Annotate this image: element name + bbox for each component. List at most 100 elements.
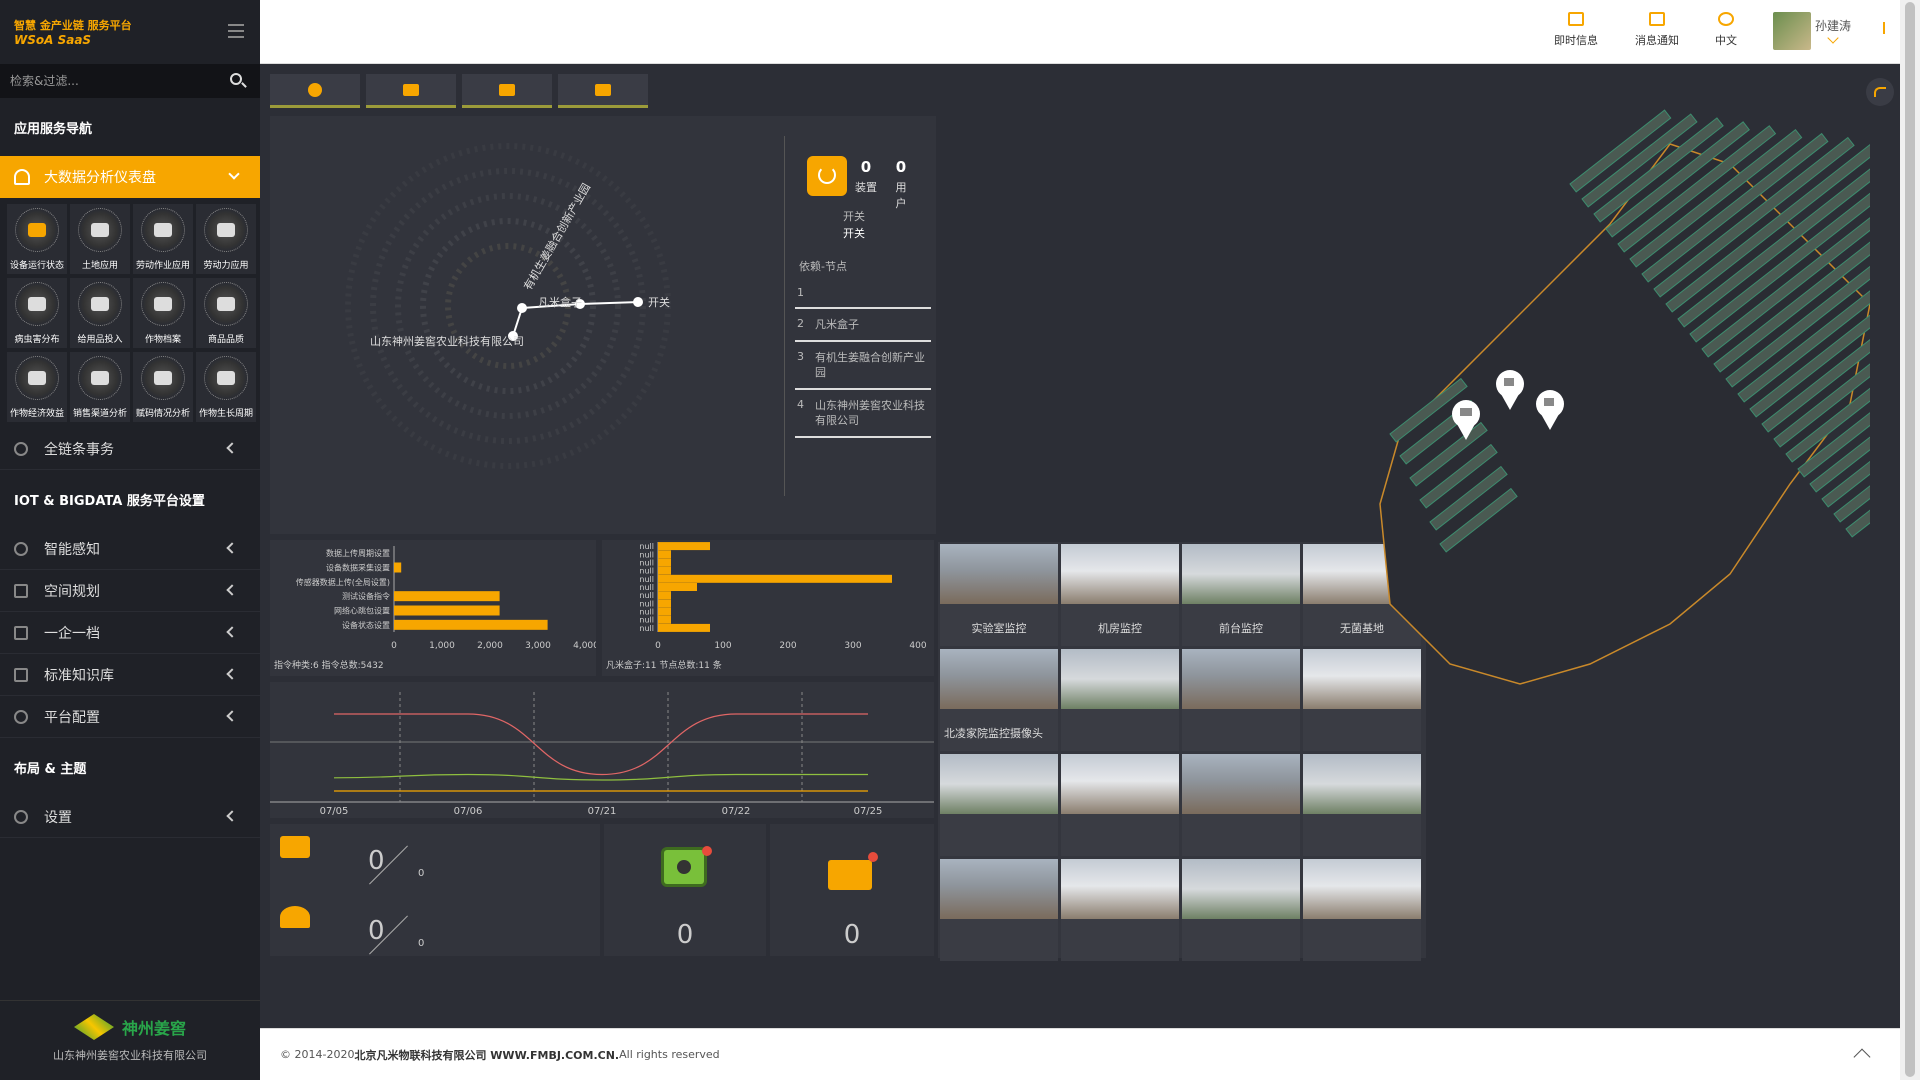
series-line	[334, 713, 868, 776]
trend-line-chart[interactable]: 07/05 07/06 07/21 07/22 07/25	[270, 682, 934, 818]
camera-grid: 实验室监控 机房监控 前台监控 无菌基地 北凌家院监控摄像头	[938, 542, 1426, 961]
list-item[interactable]: 2 凡米盒子	[795, 309, 931, 342]
category-label: null	[639, 624, 654, 633]
logo[interactable]: 智慧 金产业链 服务平台 WSoA SaaS	[0, 0, 260, 64]
camera-tile[interactable]: 实验室监控	[940, 544, 1058, 646]
camera-tile[interactable]	[1061, 649, 1179, 751]
app-tile[interactable]: 商品品质	[196, 278, 256, 348]
scrollbar[interactable]	[1900, 0, 1920, 1080]
sidebar-item-spatial-planning[interactable]: 空间规划	[0, 570, 260, 612]
camera-thumbnail	[1182, 649, 1300, 709]
search-input[interactable]	[10, 74, 210, 88]
sidebar-item-all-chain[interactable]: 全链条事务	[0, 428, 260, 470]
scroll-top-chevron-icon[interactable]	[1853, 1048, 1871, 1066]
sidebar-item-platform-config[interactable]: 平台配置	[0, 696, 260, 738]
app-tile-label: 作物档案	[144, 335, 181, 345]
camera-thumbnail	[940, 544, 1058, 604]
camera-tile[interactable]	[940, 859, 1058, 961]
camera-thumbnail	[1182, 754, 1300, 814]
labor-icon	[204, 208, 248, 252]
camera-tile[interactable]	[1303, 859, 1421, 961]
topology-graph[interactable]: 山东神州姜窖农业科技有限公司 有机生姜融合创新产业园 凡米盒子 开关	[270, 116, 780, 534]
tab-trend[interactable]	[366, 74, 456, 108]
app-tile[interactable]: 给用品投入	[70, 278, 130, 348]
bar	[394, 591, 500, 602]
node-bar-chart[interactable]: nullnullnullnullnullnullnullnullnullnull…	[602, 540, 934, 676]
app-tile[interactable]: 作物档案	[133, 278, 193, 348]
language-button[interactable]: 中文	[1696, 12, 1756, 48]
back-arrow-icon[interactable]	[1866, 78, 1894, 106]
camera-tile[interactable]: 北凌家院监控摄像头	[940, 649, 1058, 751]
chevron-down-icon	[228, 168, 240, 180]
camera-tile[interactable]	[1061, 754, 1179, 856]
tick-label: 4,000	[573, 641, 596, 651]
app-tile[interactable]: 设备运行状态	[7, 204, 67, 274]
camera-thumbnail	[1061, 649, 1179, 709]
copyright-prefix: © 2014-2020	[280, 1048, 355, 1061]
app-tile[interactable]: 销售渠道分析	[70, 352, 130, 422]
collapse-panel-icon[interactable]	[1883, 22, 1889, 34]
app-tile[interactable]: 作物经济效益	[7, 352, 67, 422]
camera-tile[interactable]	[1182, 859, 1300, 961]
chart-footer: 指令种类:6 指令总数:5432	[274, 659, 384, 671]
search-icon[interactable]	[230, 73, 242, 85]
sidebar-item-smart-sensing[interactable]: 智能感知	[0, 528, 260, 570]
app-tile-label: 作物经济效益	[9, 409, 64, 419]
camera-tile[interactable]	[1182, 754, 1300, 856]
scrollbar-thumb[interactable]	[1905, 2, 1915, 1077]
list-item[interactable]: 4 山东神州姜窖农业科技有限公司	[795, 390, 931, 438]
sidebar-item-one-enterprise[interactable]: 一企一档	[0, 612, 260, 654]
camera-tile[interactable]: 前台监控	[1182, 544, 1300, 646]
category-label: 网络心跳包设置	[334, 606, 390, 616]
camera-thumbnail	[940, 649, 1058, 709]
app-tile-label: 给用品投入	[77, 335, 123, 345]
gateway-sub-count: 0	[418, 868, 425, 879]
camera-tile[interactable]: 机房监控	[1061, 544, 1179, 646]
copyright-company: 北京凡米物联科技有限公司 WWW.FMBJ.COM.CN.	[354, 1048, 620, 1062]
chevron-left-icon	[226, 810, 238, 822]
tab-device[interactable]	[462, 74, 552, 108]
chevron-down-icon[interactable]	[1827, 32, 1839, 44]
app-tile-label: 作物生长周期	[198, 409, 253, 419]
camera-tile[interactable]	[1182, 649, 1300, 751]
supplies-icon	[78, 282, 122, 326]
list-item[interactable]: 3 有机生姜融合创新产业园	[795, 342, 931, 390]
chevron-left-icon	[226, 668, 238, 680]
graph-node[interactable]	[633, 297, 643, 307]
video-camera-icon	[595, 83, 611, 96]
user-icon	[14, 169, 30, 185]
node-bar-chart-panel: null null null null null null null null null null…	[602, 540, 934, 676]
power-button[interactable]	[807, 156, 847, 196]
app-tile[interactable]: 土地应用	[70, 204, 130, 274]
switch-card: 0 装置 0 用户 开关 开关 依赖-节点 1 2 凡米盒子 3 有机生姜融合创新产…	[784, 136, 931, 496]
logo-line1: 智慧 金产业链 服务平台	[14, 19, 132, 32]
bar	[658, 591, 671, 600]
logo-mark: 智慧 金产业链 服务平台 WSoA SaaS	[14, 15, 154, 49]
notification-button[interactable]: 消息通知	[1627, 12, 1687, 48]
command-bar-chart[interactable]: 设备状态设置 网络心跳包设置 测试设备指令 传感器数据上传(全局设置) 设备数据采集设置…	[270, 540, 599, 676]
app-tile[interactable]: 作物生长周期	[196, 352, 256, 422]
company-name: 山东神州姜窖农业科技有限公司	[53, 1049, 207, 1062]
camera-tile[interactable]	[1061, 859, 1179, 961]
tab-video[interactable]	[558, 74, 648, 108]
avatar[interactable]	[1773, 12, 1811, 50]
greenhouse-map[interactable]	[1370, 104, 1870, 724]
dep-index: 4	[797, 398, 804, 411]
graph-node[interactable]	[517, 303, 527, 313]
camera-thumbnail	[1303, 859, 1421, 919]
sidebar-item-bigdata-dashboard[interactable]: 大数据分析仪表盘	[0, 156, 260, 198]
instant-message-button[interactable]: 即时信息	[1546, 12, 1606, 48]
app-tile[interactable]: 赋码情况分析	[133, 352, 193, 422]
app-tile[interactable]: 劳动作业应用	[133, 204, 193, 274]
sidebar-item-knowledge-base[interactable]: 标准知识库	[0, 654, 260, 696]
sidebar: 智慧 金产业链 服务平台 WSoA SaaS 应用服务导航 大数据分析仪表盘 设…	[0, 0, 260, 1080]
tab-topology[interactable]	[270, 74, 360, 108]
list-item[interactable]: 1	[795, 278, 931, 309]
menu-toggle-icon[interactable]	[228, 24, 244, 38]
app-tile[interactable]: 病虫害分布	[7, 278, 67, 348]
category-label: 测试设备指令	[342, 591, 390, 601]
camera-tile[interactable]	[940, 754, 1058, 856]
sidebar-item-settings[interactable]: 设置	[0, 796, 260, 838]
camera-tile[interactable]	[1303, 754, 1421, 856]
app-tile[interactable]: 劳动力应用	[196, 204, 256, 274]
